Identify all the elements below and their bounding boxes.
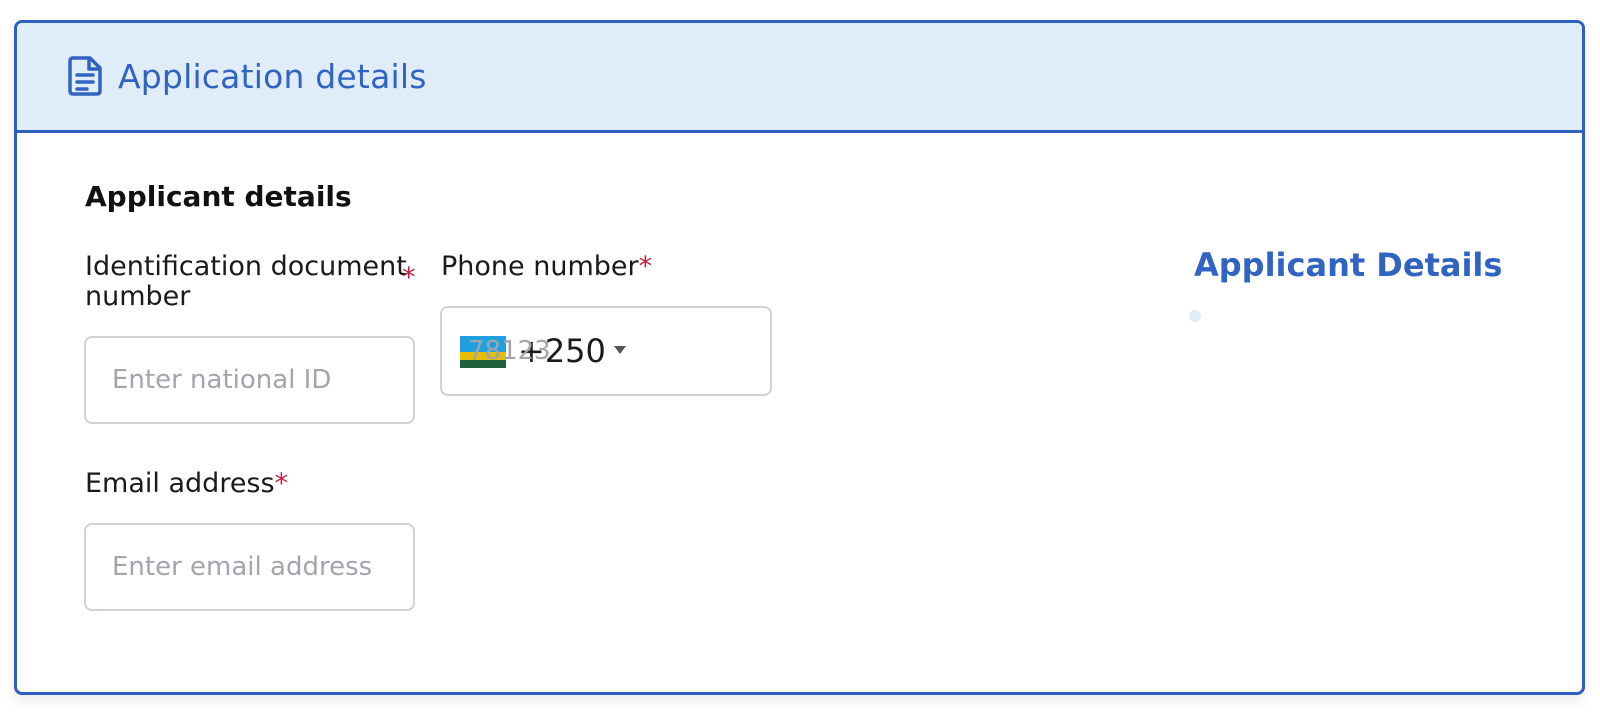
id-number-input[interactable]	[86, 338, 413, 422]
phone-field[interactable]: +250	[440, 306, 772, 396]
phone-label: Phone number*	[441, 251, 653, 282]
side-nav-applicant-details[interactable]: Applicant Details	[1194, 246, 1502, 284]
email-field[interactable]	[84, 523, 415, 611]
card-header: Application details	[17, 23, 1582, 133]
page-title: Application details	[118, 57, 427, 96]
document-icon	[67, 55, 103, 97]
phone-required-mark: *	[638, 251, 653, 282]
phone-input[interactable]	[442, 308, 770, 394]
side-nav-dot	[1189, 310, 1201, 322]
id-number-field[interactable]	[84, 336, 415, 424]
email-required-mark: *	[274, 468, 289, 499]
id-number-required-mark: *	[402, 262, 416, 293]
email-label: Email address*	[85, 468, 289, 499]
application-details-card: Application details Applicant details Id…	[14, 20, 1585, 695]
id-number-label: Identification document number	[85, 251, 407, 312]
email-input[interactable]	[86, 525, 413, 609]
section-title: Applicant details	[85, 180, 352, 213]
